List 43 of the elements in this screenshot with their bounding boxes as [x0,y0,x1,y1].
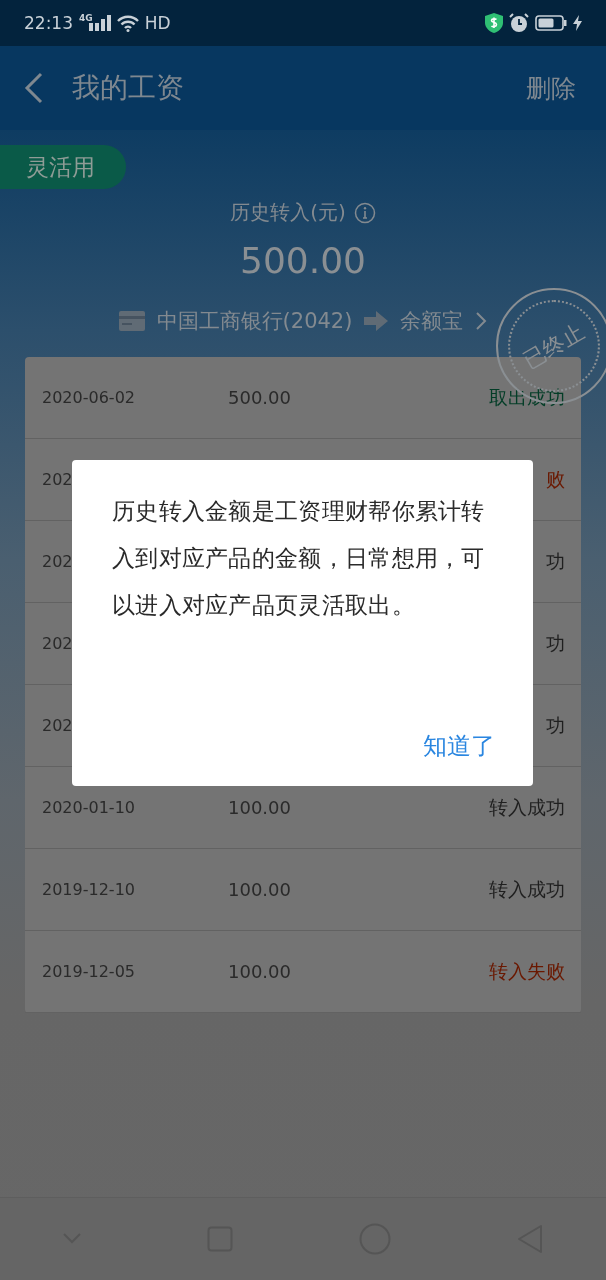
hd-indicator: HD [144,13,171,33]
record-date: 202 [42,634,73,653]
bank-account: 中国工商银行(2042) [156,308,353,335]
record-status: 功 [546,630,565,656]
record-row[interactable]: 2019-12-05 100.00 转入失败 [25,931,581,1013]
record-amount: 100.00 [228,961,291,982]
record-date: 2019-12-10 [42,880,135,899]
wifi-icon [116,14,139,32]
alarm-icon [509,13,529,33]
network-type: 4G [79,13,93,23]
record-status: 转入成功 [489,794,565,820]
record-status: 功 [546,712,565,738]
arrow-icon [364,311,389,331]
flexible-tag: 灵活用 [0,145,126,189]
record-date: 2020-01-10 [42,798,135,817]
delete-button[interactable]: 删除 [526,71,576,105]
chevron-icon[interactable] [475,311,488,331]
record-date: 2020-06-02 [42,388,135,407]
record-status: 功 [546,548,565,574]
info-icon[interactable] [353,201,376,224]
record-date: 2019-12-05 [42,962,135,981]
record-amount: 100.00 [228,797,291,818]
history-amount: 500.00 [240,240,366,281]
bank-card-icon [118,311,145,331]
record-date: 202 [42,470,73,489]
back-icon[interactable] [24,72,44,104]
shield-icon [485,13,503,33]
target-product: 余额宝 [400,308,464,335]
charging-icon [573,15,582,31]
battery-icon [535,15,567,31]
record-status: 转入成功 [489,876,565,902]
record-amount: 100.00 [228,879,291,900]
record-status: 败 [546,466,565,492]
status-time: 22:13 [24,13,73,33]
record-amount: 500.00 [228,387,291,408]
record-status: 转入失败 [489,958,565,984]
record-date: 202 [42,716,73,735]
page-title: 我的工资 [72,70,184,106]
record-date: 202 [42,552,73,571]
dialog-message: 历史转入金额是工资理财帮你累计转入到对应产品的金额，日常想用，可以进入对应产品页灵活取出。 [112,497,486,620]
record-row[interactable]: 2019-12-10 100.00 转入成功 [25,849,581,931]
history-label: 历史转入(元) [230,199,346,226]
got-it-button[interactable]: 知道了 [423,730,495,762]
